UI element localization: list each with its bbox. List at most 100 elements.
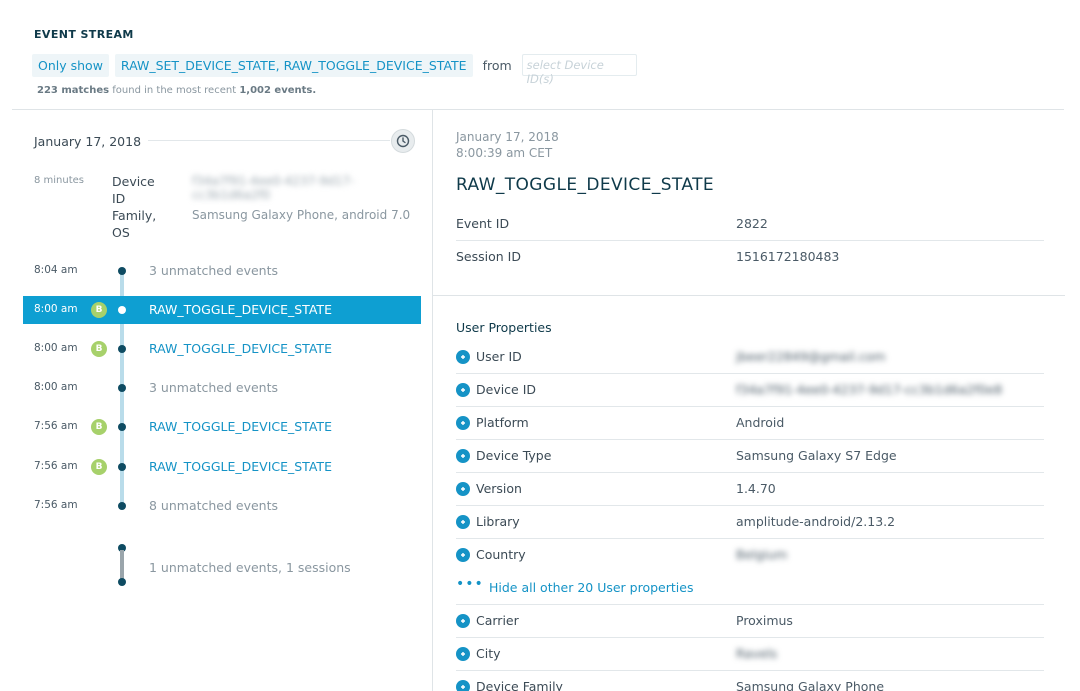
property-value: 1.4.70 — [736, 481, 776, 496]
row-time: 7:56 am — [34, 420, 78, 432]
timeline-row[interactable]: 7:56 am B RAW_TOGGLE_DEVICE_STATE — [23, 413, 421, 441]
event-time: 8:00:39 am CET — [456, 146, 553, 160]
property-label: Device ID — [476, 382, 537, 397]
event-detail-panel: January 17, 2018 8:00:39 am CET RAW_TOGG… — [433, 110, 1080, 691]
only-show-toggle[interactable]: Only show — [32, 53, 109, 77]
timeline-dot — [118, 267, 126, 275]
user-property-row: Library amplitude-android/2.13.2 — [456, 506, 1044, 539]
property-value: f34a7f91-4ee0-4237-9d17-cc3b1d6a2f0e8 — [736, 382, 1003, 397]
row-time: 7:56 am — [34, 499, 78, 511]
page-title: EVENT STREAM — [34, 28, 134, 41]
timeline-dot — [118, 423, 126, 431]
clock-icon — [396, 134, 410, 148]
timeline-date: January 17, 2018 — [34, 134, 142, 149]
event-id-label: Event ID — [456, 216, 510, 231]
event-id-row: Event ID 2822 — [456, 208, 1044, 241]
timeline-row[interactable]: 8:00 am 3 unmatched events — [23, 374, 421, 402]
device-id-select[interactable]: select Device ID(s) — [521, 54, 637, 86]
event-filter-chip[interactable]: RAW_SET_DEVICE_STATE, RAW_TOGGLE_DEVICE_… — [114, 53, 473, 77]
property-value: Samsung Galaxy Phone — [736, 679, 885, 691]
user-property-icon — [456, 647, 470, 661]
user-property-icon — [456, 680, 470, 691]
timeline-dot — [118, 306, 126, 314]
timeline-row-selected[interactable]: 8:00 am B RAW_TOGGLE_DEVICE_STATE — [23, 296, 421, 324]
property-label: Device Family — [476, 679, 563, 691]
event-badge: B — [91, 419, 107, 435]
user-property-row: City Ravels — [456, 638, 1044, 671]
timeline-dot — [118, 502, 126, 510]
row-time: 8:00 am — [34, 342, 78, 354]
user-property-icon — [456, 416, 470, 430]
user-property-icon — [456, 482, 470, 496]
property-value: Android — [736, 415, 785, 430]
property-label: Library — [476, 514, 520, 529]
user-property-icon — [456, 449, 470, 463]
timeline-row[interactable]: 8:04 am 3 unmatched events — [23, 257, 421, 285]
hide-properties-link[interactable]: Hide all other 20 User properties — [489, 580, 693, 595]
user-properties-title: User Properties — [456, 320, 552, 335]
property-label: Device Type — [476, 448, 552, 463]
row-event-name[interactable]: RAW_TOGGLE_DEVICE_STATE — [149, 341, 332, 356]
match-count: 223 matches — [37, 85, 110, 96]
session-id-value[interactable]: 1516172180483 — [736, 249, 839, 264]
property-value: jbeer22849@gmail.com — [736, 349, 886, 364]
session-id-label: Session ID — [456, 249, 521, 264]
more-dots-icon: ••• — [456, 576, 484, 592]
property-label: Carrier — [476, 613, 519, 628]
property-label: Platform — [476, 415, 529, 430]
timeline-dot — [118, 578, 126, 586]
property-value: Ravels — [736, 646, 778, 661]
row-event-name[interactable]: RAW_TOGGLE_DEVICE_STATE — [149, 302, 332, 317]
event-count: 1,002 events. — [239, 85, 317, 96]
user-property-row: Device ID f34a7f91-4ee0-4237-9d17-cc3b1d… — [456, 374, 1044, 407]
property-value: Proximus — [736, 613, 793, 628]
family-os-label: Family, OS — [112, 208, 157, 240]
user-property-icon — [456, 548, 470, 562]
summary-text: found in the most recent — [109, 85, 240, 96]
timeline-panel: January 17, 2018 8 minutes Device ID f34… — [0, 110, 432, 691]
timeline-dot — [118, 345, 126, 353]
timeline-row[interactable]: 8:00 am B RAW_TOGGLE_DEVICE_STATE — [23, 335, 421, 363]
timeline-row[interactable]: 7:56 am 8 unmatched events — [23, 492, 421, 520]
property-value: amplitude-android/2.13.2 — [736, 514, 896, 529]
family-os-value: Samsung Galaxy Phone, android 7.0 — [192, 208, 411, 222]
section-divider — [433, 295, 1065, 296]
event-date: January 17, 2018 — [456, 130, 559, 144]
user-property-row: Carrier Proximus — [456, 605, 1044, 638]
event-stream-header: EVENT STREAM Only show RAW_SET_DEVICE_ST… — [0, 0, 1080, 110]
device-id-label: Device ID — [112, 174, 155, 206]
match-summary: 223 matches found in the most recent 1,0… — [37, 85, 316, 96]
user-property-row: Device Type Samsung Galaxy S7 Edge — [456, 440, 1044, 473]
row-event-name[interactable]: RAW_TOGGLE_DEVICE_STATE — [149, 459, 332, 474]
session-duration: 8 minutes — [34, 175, 85, 186]
clock-button[interactable] — [391, 129, 415, 153]
event-badge: B — [91, 302, 107, 318]
event-datetime: January 17, 2018 8:00:39 am CET — [456, 129, 559, 161]
row-time: 8:04 am — [34, 264, 78, 276]
row-event-name[interactable]: RAW_TOGGLE_DEVICE_STATE — [149, 419, 332, 434]
session-summary[interactable]: 1 unmatched events, 1 sessions — [149, 560, 351, 575]
timeline-dot — [118, 463, 126, 471]
session-id-row: Session ID 1516172180483 — [456, 241, 1044, 274]
property-value: Belgium — [736, 547, 788, 562]
row-label: 3 unmatched events — [149, 263, 279, 278]
row-label: 8 unmatched events — [149, 498, 279, 513]
event-name-heading: RAW_TOGGLE_DEVICE_STATE — [456, 175, 715, 195]
date-divider — [148, 140, 390, 141]
timeline-row[interactable]: 7:56 am B RAW_TOGGLE_DEVICE_STATE — [23, 453, 421, 481]
row-time: 8:00 am — [34, 381, 78, 393]
user-property-row: Version 1.4.70 — [456, 473, 1044, 506]
row-label: 3 unmatched events — [149, 380, 279, 395]
event-id-value: 2822 — [736, 216, 768, 231]
property-label: User ID — [476, 349, 522, 364]
hide-properties-row[interactable]: ••• Hide all other 20 User properties — [456, 572, 1044, 605]
session-connector — [120, 550, 124, 580]
user-property-icon — [456, 614, 470, 628]
row-time: 8:00 am — [34, 303, 78, 315]
device-id-value: f34a7f91-4ee0-4237-9d17-cc3b1d6a2f0 — [192, 174, 355, 202]
event-badge: B — [91, 341, 107, 357]
event-badge: B — [91, 459, 107, 475]
from-label: from — [482, 57, 512, 73]
user-property-icon — [456, 515, 470, 529]
row-time: 7:56 am — [34, 460, 78, 472]
